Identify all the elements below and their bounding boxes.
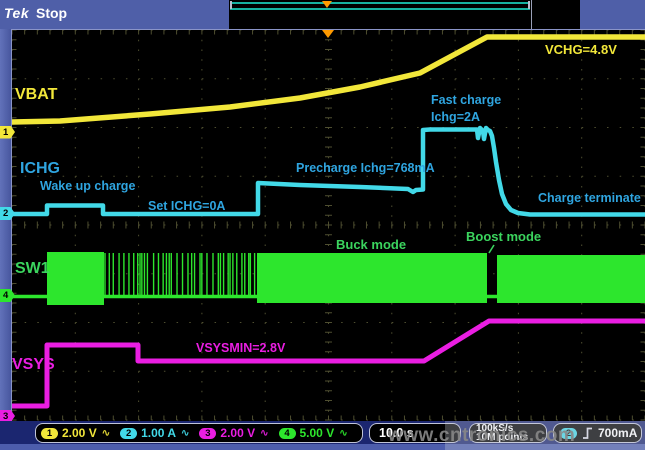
channel-2-scale: 1.00 A <box>141 426 176 440</box>
record-view-bar <box>230 2 530 10</box>
bandwidth-icon: ∿ <box>260 428 268 439</box>
left-bezel <box>0 29 12 421</box>
acquisition-status: Stop <box>36 5 67 21</box>
sw1-trace <box>257 253 487 303</box>
sw1-trace <box>47 252 104 305</box>
channel-readouts-box: 1 2.00 V ∿ 2 1.00 A ∿ 3 2.00 V ∿ 4 5.00 … <box>35 423 363 443</box>
channel-1-readout: 1 2.00 V ∿ <box>41 426 110 440</box>
boost-mode-pointer <box>489 245 494 253</box>
channel-4-readout: 4 5.00 V ∿ <box>279 426 348 440</box>
sw1-trace <box>497 255 645 303</box>
channel-1-scale: 2.00 V <box>62 426 97 440</box>
record-view-right-cap <box>528 1 530 9</box>
oscilloscope-screen: VBATVCHG=4.8VICHGWake up chargeSet ICHG=… <box>0 0 645 450</box>
trigger-marker-icon <box>322 30 334 38</box>
waveform-graticule <box>0 0 645 450</box>
channel-4-badge: 4 <box>279 428 296 439</box>
watermark-text: www.cntronics.com <box>388 425 575 447</box>
record-view-left-cap <box>230 1 232 9</box>
tek-logo: Tek <box>4 5 29 21</box>
bandwidth-icon: ∿ <box>181 428 189 439</box>
trigger-position-icon <box>322 1 332 8</box>
bandwidth-icon: ∿ <box>102 428 110 439</box>
channel-4-scale: 5.00 V <box>300 426 335 440</box>
top-status-bar: Tek Stop <box>0 0 645 29</box>
channel-2-badge: 2 <box>120 428 137 439</box>
ichg-trace <box>12 128 645 215</box>
channel-2-readout: 2 1.00 A ∿ <box>120 426 189 440</box>
channel-3-scale: 2.00 V <box>220 426 255 440</box>
channel-3-badge: 3 <box>199 428 216 439</box>
bandwidth-icon: ∿ <box>339 428 347 439</box>
channel-1-badge: 1 <box>41 428 58 439</box>
channel-3-readout: 3 2.00 V ∿ <box>199 426 268 440</box>
header-divider <box>531 0 532 29</box>
record-view-area <box>229 0 580 29</box>
